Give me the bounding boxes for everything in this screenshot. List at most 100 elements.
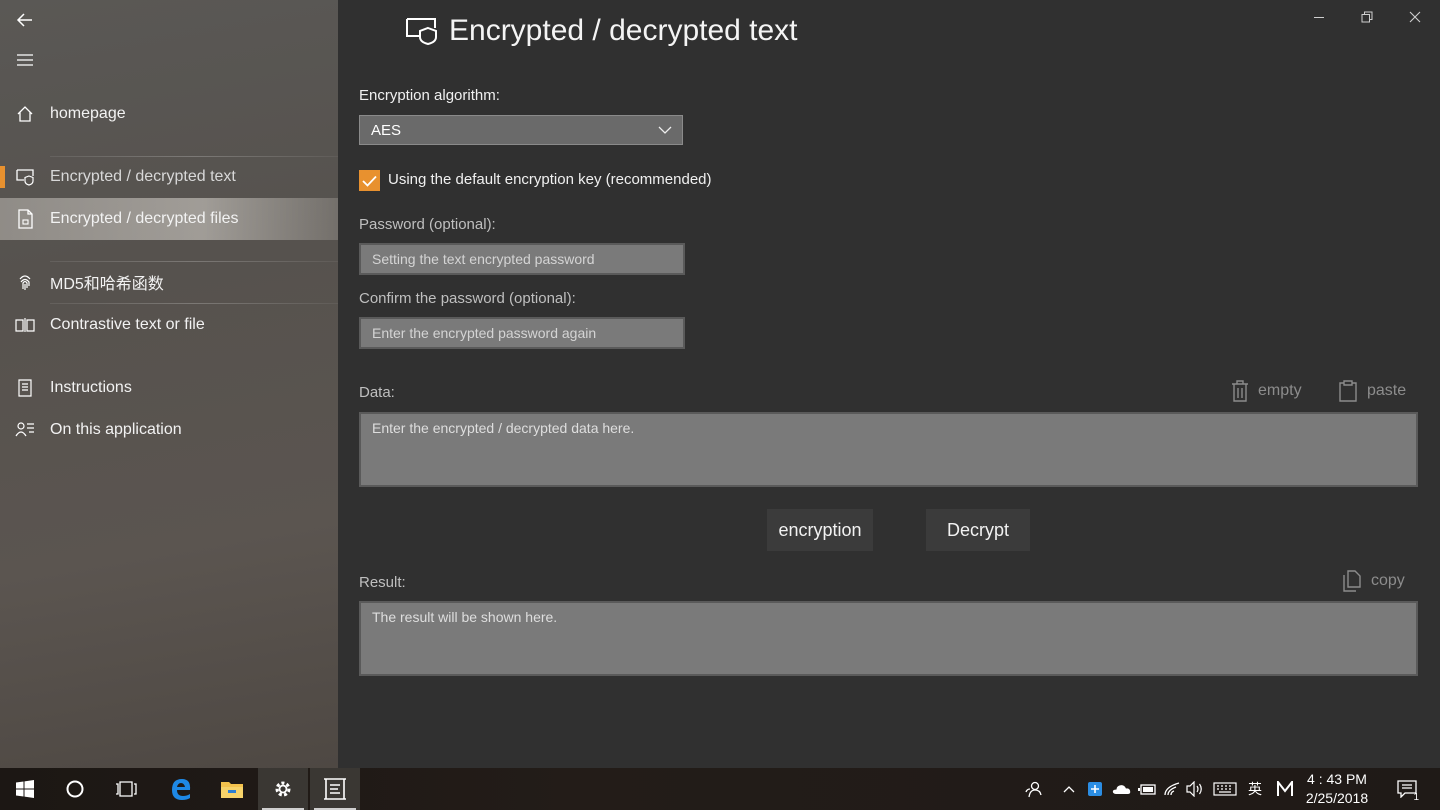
algorithm-label: Encryption algorithm:: [359, 87, 500, 104]
default-key-checkbox[interactable]: [359, 170, 380, 191]
edge-browser-icon: [172, 779, 191, 800]
show-hidden-icons-button[interactable]: [1058, 768, 1080, 810]
result-label: Result:: [359, 574, 406, 591]
result-output[interactable]: [359, 601, 1418, 676]
algorithm-select[interactable]: AES: [359, 115, 683, 145]
touch-keyboard-button[interactable]: [1211, 768, 1239, 810]
sidebar-item-label: Contrastive text or file: [50, 316, 205, 333]
taskbar-edge[interactable]: [156, 768, 206, 810]
shield-icon: [406, 18, 437, 46]
confirm-password-input[interactable]: [359, 317, 685, 349]
speaker-icon: [1186, 781, 1202, 797]
sidebar-item-about[interactable]: On this application: [0, 409, 338, 451]
ime-mode-button[interactable]: 英: [1243, 768, 1267, 810]
empty-button[interactable]: empty: [1231, 380, 1302, 402]
paste-button[interactable]: paste: [1338, 380, 1406, 402]
decrypt-button[interactable]: Decrypt: [926, 509, 1030, 551]
clock[interactable]: 4 : 43 PM 2/25/2018: [1292, 770, 1382, 808]
file-lock-icon: [0, 209, 50, 229]
data-label: Data:: [359, 384, 395, 401]
compare-icon: [0, 317, 50, 333]
algorithm-value: AES: [371, 121, 402, 139]
back-arrow-icon: [16, 13, 32, 27]
sidebar-item-label: On this application: [50, 421, 182, 438]
task-view-button[interactable]: [101, 768, 151, 810]
sidebar-item-encrypt-text[interactable]: Encrypted / decrypted text: [0, 156, 338, 198]
clock-date: 2/25/2018: [1305, 790, 1369, 806]
main-content: Encrypted / decrypted text Encryption al…: [338, 0, 1440, 768]
gear-icon: [275, 781, 291, 797]
restore-icon: [1361, 11, 1373, 23]
start-button[interactable]: [0, 768, 50, 810]
sidebar-item-label: MD5和哈希函数: [50, 276, 164, 293]
sidebar-item-label: Instructions: [50, 379, 132, 396]
action-center-button[interactable]: 1: [1392, 768, 1422, 810]
clock-time: 4 : 43 PM: [1307, 771, 1367, 787]
about-icon: [0, 421, 50, 439]
cortana-button[interactable]: [50, 768, 100, 810]
trash-icon: [1232, 380, 1248, 402]
sidebar-item-label: Encrypted / decrypted files: [50, 210, 239, 227]
fingerprint-icon: [0, 273, 50, 291]
copy-icon: [1343, 570, 1361, 592]
shield-icon: [0, 168, 50, 186]
keyboard-icon: [1213, 782, 1237, 796]
hamburger-menu-button[interactable]: [0, 40, 50, 80]
volume-button[interactable]: [1184, 768, 1206, 810]
sidebar-item-encrypt-files[interactable]: Encrypted / decrypted files: [0, 198, 338, 240]
app-bracket-icon: [324, 778, 346, 800]
people-icon: [1025, 781, 1042, 798]
page-title: Encrypted / decrypted text: [405, 14, 798, 48]
taskbar-encryption-app[interactable]: [310, 768, 360, 810]
people-button[interactable]: [1020, 768, 1046, 810]
close-icon: [1409, 11, 1421, 23]
home-icon: [0, 105, 50, 123]
sidebar-item-instructions[interactable]: Instructions: [0, 367, 338, 409]
password-input[interactable]: [359, 243, 685, 275]
empty-label: empty: [1258, 382, 1302, 399]
battery-button[interactable]: [1135, 768, 1159, 810]
back-button[interactable]: [0, 0, 50, 40]
checkmark-icon: [362, 175, 377, 187]
taskbar-file-explorer[interactable]: [207, 768, 257, 810]
paste-label: paste: [1367, 382, 1407, 399]
copy-label: copy: [1371, 572, 1405, 589]
task-view-icon: [116, 781, 137, 797]
chevron-up-icon: [1063, 786, 1075, 793]
notification-count: 1: [1413, 792, 1419, 803]
taskbar: 英 4 : 43 PM 2/25/2018 1: [0, 768, 1440, 810]
paste-icon: [1339, 380, 1357, 402]
close-button[interactable]: [1391, 0, 1439, 34]
sidebar-item-label: Encrypted / decrypted text: [50, 168, 236, 185]
folder-icon: [221, 782, 243, 798]
sidebar-item-compare[interactable]: Contrastive text or file: [0, 304, 338, 346]
hamburger-icon: [17, 54, 33, 66]
restore-button[interactable]: [1343, 0, 1391, 34]
confirm-password-label: Confirm the password (optional):: [359, 290, 576, 307]
sidebar-item-label: homepage: [50, 105, 126, 122]
onedrive-button[interactable]: [1109, 768, 1133, 810]
tray-app-icon: [1088, 782, 1102, 796]
chevron-down-icon: [658, 126, 672, 134]
tray-app-button[interactable]: [1084, 768, 1106, 810]
book-icon: [0, 379, 50, 397]
wifi-button[interactable]: [1161, 768, 1183, 810]
cortana-circle-icon: [66, 780, 84, 798]
cloud-icon: [1112, 785, 1131, 794]
page-title-text: Encrypted / decrypted text: [449, 14, 798, 47]
minimize-button[interactable]: [1295, 0, 1343, 34]
default-key-label: Using the default encryption key (recomm…: [388, 171, 712, 188]
encrypt-button[interactable]: encryption: [767, 509, 873, 551]
battery-icon: [1138, 784, 1156, 795]
sidebar-item-md5-hash[interactable]: MD5和哈希函数: [0, 261, 338, 303]
input-method-icon: [1277, 781, 1293, 796]
sidebar-item-homepage[interactable]: homepage: [0, 93, 338, 135]
data-input[interactable]: [359, 412, 1418, 487]
copy-button[interactable]: copy: [1342, 570, 1405, 592]
windows-logo-icon: [16, 780, 34, 798]
navigation-pane: homepage Encrypted / decrypted text Encr…: [0, 0, 338, 768]
minimize-icon: [1314, 17, 1324, 18]
wifi-icon: [1164, 782, 1180, 796]
taskbar-settings[interactable]: [258, 768, 308, 810]
selection-indicator: [0, 166, 5, 188]
